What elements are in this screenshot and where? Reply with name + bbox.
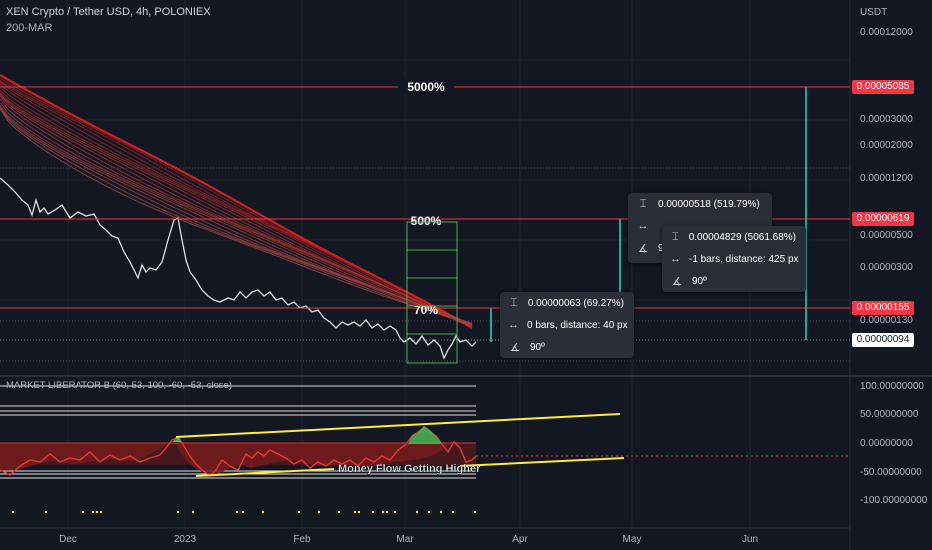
bars-range-icon: ↔ [637, 220, 649, 232]
osc-axis-label: 50.00000000 [860, 409, 919, 420]
time-axis-label: May [623, 534, 642, 545]
osc-axis-label: -100.00000000 [860, 495, 928, 506]
chart-title[interactable]: XEN Crypto / Tether USD, 4h, POLONIEX [6, 6, 211, 18]
tooltip-angle: 90º [692, 275, 707, 287]
pct-5000-label: 5000% [407, 80, 445, 94]
price-tag-70: 0.00000155 [852, 301, 914, 315]
osc-axis-label: -50.00000000 [860, 467, 922, 478]
price-axis-label: 0.00003000 [860, 114, 913, 125]
time-axis-label: Jun [742, 534, 758, 545]
pct-70-label: 70% [414, 303, 438, 317]
oscillator-pane [0, 385, 850, 513]
tooltip-bars: 0 bars, distance: 40 px [527, 319, 628, 331]
price-tag-last: 0.00000094 [852, 333, 914, 347]
price-range-icon: ⌶ [639, 197, 647, 210]
tooltip-price: 0.00000518 (519.79%) [658, 198, 760, 210]
angle-icon: ∡ [672, 275, 682, 288]
tooltip-price: 0.00000063 (69.27%) [527, 297, 624, 309]
bars-range-icon: ↔ [670, 253, 681, 265]
measure-tooltip-70: ⌶ 0.00000063 (69.27%) ↔ 0 bars, distance: … [500, 292, 634, 358]
time-axis-label: Mar [396, 534, 414, 545]
price-tag-5000: 0.00005085 [852, 80, 914, 94]
price-axis-label: 0.00000130 [860, 315, 913, 326]
osc-axis-label: 0.00000000 [860, 438, 913, 449]
price-axis-label: 0.00000500 [860, 230, 913, 241]
tooltip-angle: 90º [530, 341, 545, 353]
time-axis-label: Apr [512, 534, 528, 545]
price-axis-label: 0.00012000 [860, 27, 913, 38]
price-range-icon: ⌶ [510, 296, 518, 309]
tooltip-price: 0.00004829 (5061.68%) [688, 231, 796, 243]
osc-axis-label: 100.00000000 [860, 381, 924, 392]
angle-icon: ∡ [638, 242, 648, 255]
price-range-icon: ⌶ [672, 230, 679, 243]
ma-ribbon [0, 74, 473, 329]
pct-500-label: 500% [411, 214, 442, 228]
angle-icon: ∡ [510, 341, 520, 354]
measure-tooltip-5000: ⌶ 0.00004829 (5061.68%) ↔ -1 bars, distanc… [662, 226, 806, 292]
price-axis-label: 0.00000300 [860, 262, 913, 273]
time-axis-label: Feb [293, 534, 311, 545]
price-axis-currency: USDT [860, 7, 887, 18]
tooltip-bars: -1 bars, distance: 425 px [689, 253, 799, 265]
time-axis-label: Dec [59, 534, 77, 545]
indicator-label[interactable]: 200-MAR [6, 22, 52, 34]
bars-range-icon: ↔ [508, 319, 519, 331]
price-tag-500: 0.00000619 [852, 212, 914, 226]
money-flow-label: Money Flow Getting Higher [338, 463, 481, 475]
price-axis-label: 0.00002000 [860, 140, 913, 151]
price-axis-label: 0.00001200 [860, 173, 913, 184]
time-axis-label: 2023 [174, 534, 197, 545]
oscillator-title[interactable]: MARKET LIBERATOR B (60, 53, 100, -60, -5… [6, 380, 232, 391]
